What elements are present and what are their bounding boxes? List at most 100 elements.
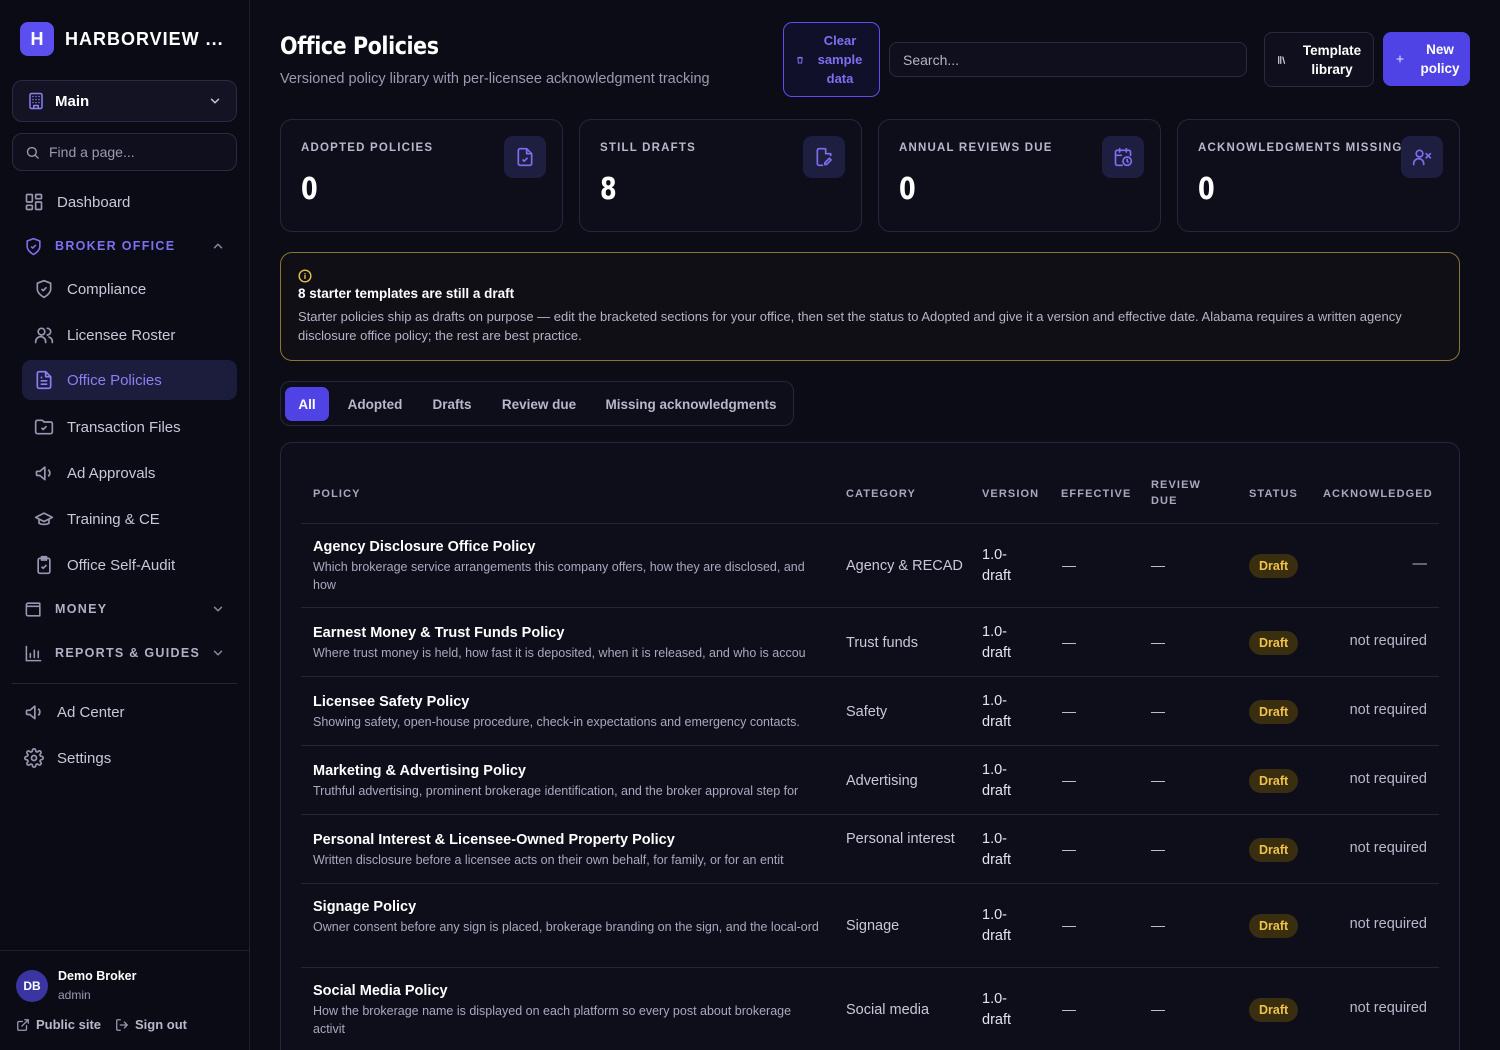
policy-version: 1.0-draft xyxy=(982,907,1012,944)
stat-label: STILL DRAFTS xyxy=(600,142,696,154)
chevron-down-icon xyxy=(210,98,220,104)
column-header-category[interactable]: CATEGORY xyxy=(846,486,916,502)
policy-description: Showing safety, open-house procedure, ch… xyxy=(313,715,800,729)
sidebar-section-money[interactable]: MONEY xyxy=(12,594,237,624)
policy-effective: — xyxy=(1062,917,1076,933)
policy-name: Earnest Money & Trust Funds Policy xyxy=(313,625,565,641)
sidebar-item-office-self-audit[interactable]: Office Self-Audit xyxy=(22,545,237,585)
tab-adopted[interactable]: Adopted xyxy=(335,387,415,421)
library-icon xyxy=(1278,55,1286,64)
calendar-clock-icon xyxy=(1114,147,1133,167)
status-badge: Draft xyxy=(1249,630,1299,655)
table-row[interactable]: Licensee Safety Policy Showing safety, op… xyxy=(301,676,1439,745)
sidebar-item-transaction-files[interactable]: Transaction Files xyxy=(22,407,237,447)
notice-title: 8 starter templates are still a draft xyxy=(298,286,515,301)
stat-badge xyxy=(1401,136,1443,178)
policy-review-due: — xyxy=(1151,633,1165,650)
sign-out-link[interactable]: Sign out xyxy=(115,1017,187,1032)
policy-description: Written disclosure before a licensee act… xyxy=(313,853,784,867)
policy-category: Personal interest xyxy=(846,830,955,847)
status-badge: Draft xyxy=(1249,699,1299,724)
stat-card-adopted: ADOPTED POLICIES 0 xyxy=(280,119,563,232)
sidebar-item-label: Office Policies xyxy=(67,371,162,389)
sidebar-item-ad-center[interactable]: Ad Center xyxy=(12,692,237,732)
column-header-review-due[interactable]: REVIEW DUE xyxy=(1151,477,1211,509)
page-title: Office Policies xyxy=(280,32,439,60)
sidebar-section-broker-office[interactable]: BROKER OFFICE xyxy=(12,231,237,261)
brand[interactable]: H HARBORVIEW ... xyxy=(20,22,224,56)
page-subtitle: Versioned policy library with per-licens… xyxy=(280,71,710,87)
sidebar-item-licensee-roster[interactable]: Licensee Roster xyxy=(22,315,237,355)
policy-effective: — xyxy=(1062,633,1076,650)
policy-category: Safety xyxy=(846,703,888,720)
building-icon xyxy=(29,92,43,110)
new-policy-button[interactable]: New policy xyxy=(1383,32,1470,86)
public-site-label: Public site xyxy=(36,1017,102,1032)
chevron-up-icon xyxy=(213,243,223,249)
column-header-status[interactable]: STATUS xyxy=(1249,486,1298,502)
policy-category: Advertising xyxy=(846,772,918,789)
table-row[interactable]: Signage Policy Owner consent before any s… xyxy=(301,883,1439,967)
search-input[interactable] xyxy=(903,51,1233,68)
sidebar-item-label: Dashboard xyxy=(57,193,131,211)
status-badge: Draft xyxy=(1249,554,1299,578)
find-page-input[interactable]: Find a page... xyxy=(12,133,237,171)
sidebar-divider xyxy=(12,683,237,684)
clear-sample-data-button[interactable]: Clear sample data xyxy=(783,22,880,97)
info-icon xyxy=(298,269,312,283)
policy-version: 1.0-draft xyxy=(982,623,1012,661)
sidebar-item-training-ce[interactable]: Training & CE xyxy=(22,499,237,539)
avatar[interactable]: DB xyxy=(16,970,48,1002)
stat-card-acknowledgments-missing: ACKNOWLEDGMENTS MISSING 0 xyxy=(1177,119,1460,232)
notice-body: Starter policies ship as drafts on purpo… xyxy=(298,309,1402,343)
policy-description: Truthful advertising, prominent brokerag… xyxy=(313,784,799,798)
file-check-icon xyxy=(517,147,533,167)
column-header-policy[interactable]: POLICY xyxy=(313,486,361,502)
sidebar-item-settings[interactable]: Settings xyxy=(12,738,237,778)
template-library-label: Template library xyxy=(1302,42,1362,77)
layout-grid-icon xyxy=(25,193,43,211)
sidebar-section-label: MONEY xyxy=(55,602,108,616)
sidebar-item-compliance[interactable]: Compliance xyxy=(22,269,237,309)
policy-review-due: — xyxy=(1151,1001,1165,1017)
table-row[interactable]: Agency Disclosure Office Policy Which bro… xyxy=(301,523,1439,607)
tab-review-due[interactable]: Review due xyxy=(491,387,587,421)
sidebar-item-ad-approvals[interactable]: Ad Approvals xyxy=(22,453,237,493)
tab-all[interactable]: All xyxy=(285,387,329,421)
table-row[interactable]: Personal Interest & Licensee-Owned Prope… xyxy=(301,814,1439,883)
policy-acknowledged: not required xyxy=(1349,1000,1427,1016)
tab-missing-acknowledgments[interactable]: Missing acknowledgments xyxy=(595,387,787,421)
chevron-down-icon xyxy=(213,606,223,612)
status-badge: Draft xyxy=(1249,768,1299,793)
policy-description: How the brokerage name is displayed on e… xyxy=(313,1004,792,1036)
template-library-button[interactable]: Template library xyxy=(1264,32,1374,87)
gear-icon xyxy=(24,748,44,768)
stat-card-drafts: STILL DRAFTS 8 xyxy=(579,119,862,232)
policy-name: Agency Disclosure Office Policy xyxy=(313,539,536,555)
sidebar-item-label: Settings xyxy=(57,749,112,767)
sidebar-item-dashboard[interactable]: Dashboard xyxy=(12,182,237,222)
stat-value: 0 xyxy=(301,172,318,207)
sidebar-section-reports-guides[interactable]: REPORTS & GUIDES xyxy=(12,638,237,668)
new-policy-label: New policy xyxy=(1420,42,1460,76)
sidebar-item-label: Office Self-Audit xyxy=(67,556,176,574)
column-header-version[interactable]: VERSION xyxy=(982,486,1039,502)
policy-category: Trust funds xyxy=(846,634,918,651)
workspace-select[interactable]: Main xyxy=(12,80,237,122)
column-header-effective[interactable]: EFFECTIVE xyxy=(1061,486,1131,502)
table-row[interactable]: Earnest Money & Trust Funds Policy Where … xyxy=(301,607,1439,676)
status-badge: Draft xyxy=(1249,837,1299,862)
column-header-acknowledged[interactable]: ACKNOWLEDGED xyxy=(1323,486,1433,502)
table-row[interactable]: Social Media Policy How the brokerage nam… xyxy=(301,967,1439,1050)
policy-effective: — xyxy=(1062,1001,1076,1017)
status-badge: Draft xyxy=(1249,914,1299,938)
plus-icon xyxy=(1396,55,1404,63)
tab-drafts[interactable]: Drafts xyxy=(421,387,483,421)
search-field[interactable] xyxy=(889,42,1247,77)
policy-acknowledged: not required xyxy=(1349,701,1427,718)
table-row[interactable]: Marketing & Advertising Policy Truthful a… xyxy=(301,745,1439,814)
sidebar-item-office-policies[interactable]: Office Policies xyxy=(22,360,237,400)
policy-effective: — xyxy=(1062,702,1076,719)
sign-out-label: Sign out xyxy=(135,1017,187,1032)
public-site-link[interactable]: Public site xyxy=(16,1017,101,1032)
